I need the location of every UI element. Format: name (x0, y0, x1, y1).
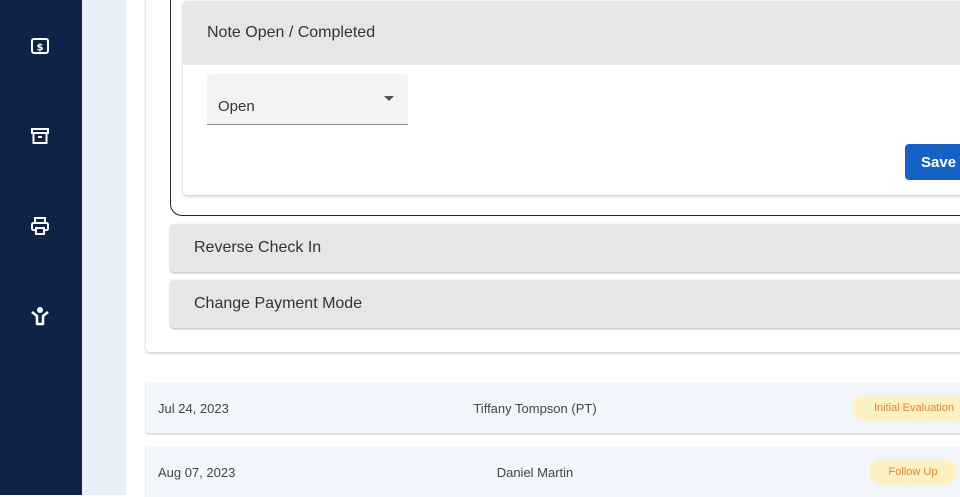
note-status-select-value: Open (218, 98, 255, 115)
appointment-provider: Tiffany Tompson (PT) (473, 401, 597, 416)
content-gutter (82, 0, 126, 495)
print-icon[interactable] (29, 215, 51, 237)
appointment-type-badge: Initial Evaluation (852, 395, 960, 421)
billing-icon[interactable]: $ (29, 35, 51, 57)
patient-icon[interactable] (29, 305, 51, 327)
sidebar: $ (0, 0, 82, 495)
note-status-select[interactable]: Open (207, 74, 408, 125)
appointment-date: Jul 24, 2023 (158, 401, 229, 416)
note-status-header[interactable]: Note Open / Completed (183, 1, 960, 65)
chevron-down-icon (384, 96, 394, 101)
appointment-type-badge: Follow Up (869, 459, 957, 485)
appointment-provider: Daniel Martin (496, 465, 574, 480)
reverse-check-in-panel[interactable]: Reverse Check In (170, 224, 960, 272)
table-row[interactable]: Jul 24, 2023 Tiffany Tompson (PT) Initia… (146, 383, 960, 433)
note-status-panel: Note Open / Completed Open Save (183, 1, 960, 195)
svg-text:$: $ (37, 43, 44, 54)
change-payment-mode-panel[interactable]: Change Payment Mode (170, 280, 960, 328)
archive-icon[interactable] (29, 125, 51, 147)
save-button[interactable]: Save (905, 144, 960, 180)
appointment-date: Aug 07, 2023 (158, 465, 236, 480)
table-row[interactable]: Aug 07, 2023 Daniel Martin Follow Up (146, 447, 960, 497)
